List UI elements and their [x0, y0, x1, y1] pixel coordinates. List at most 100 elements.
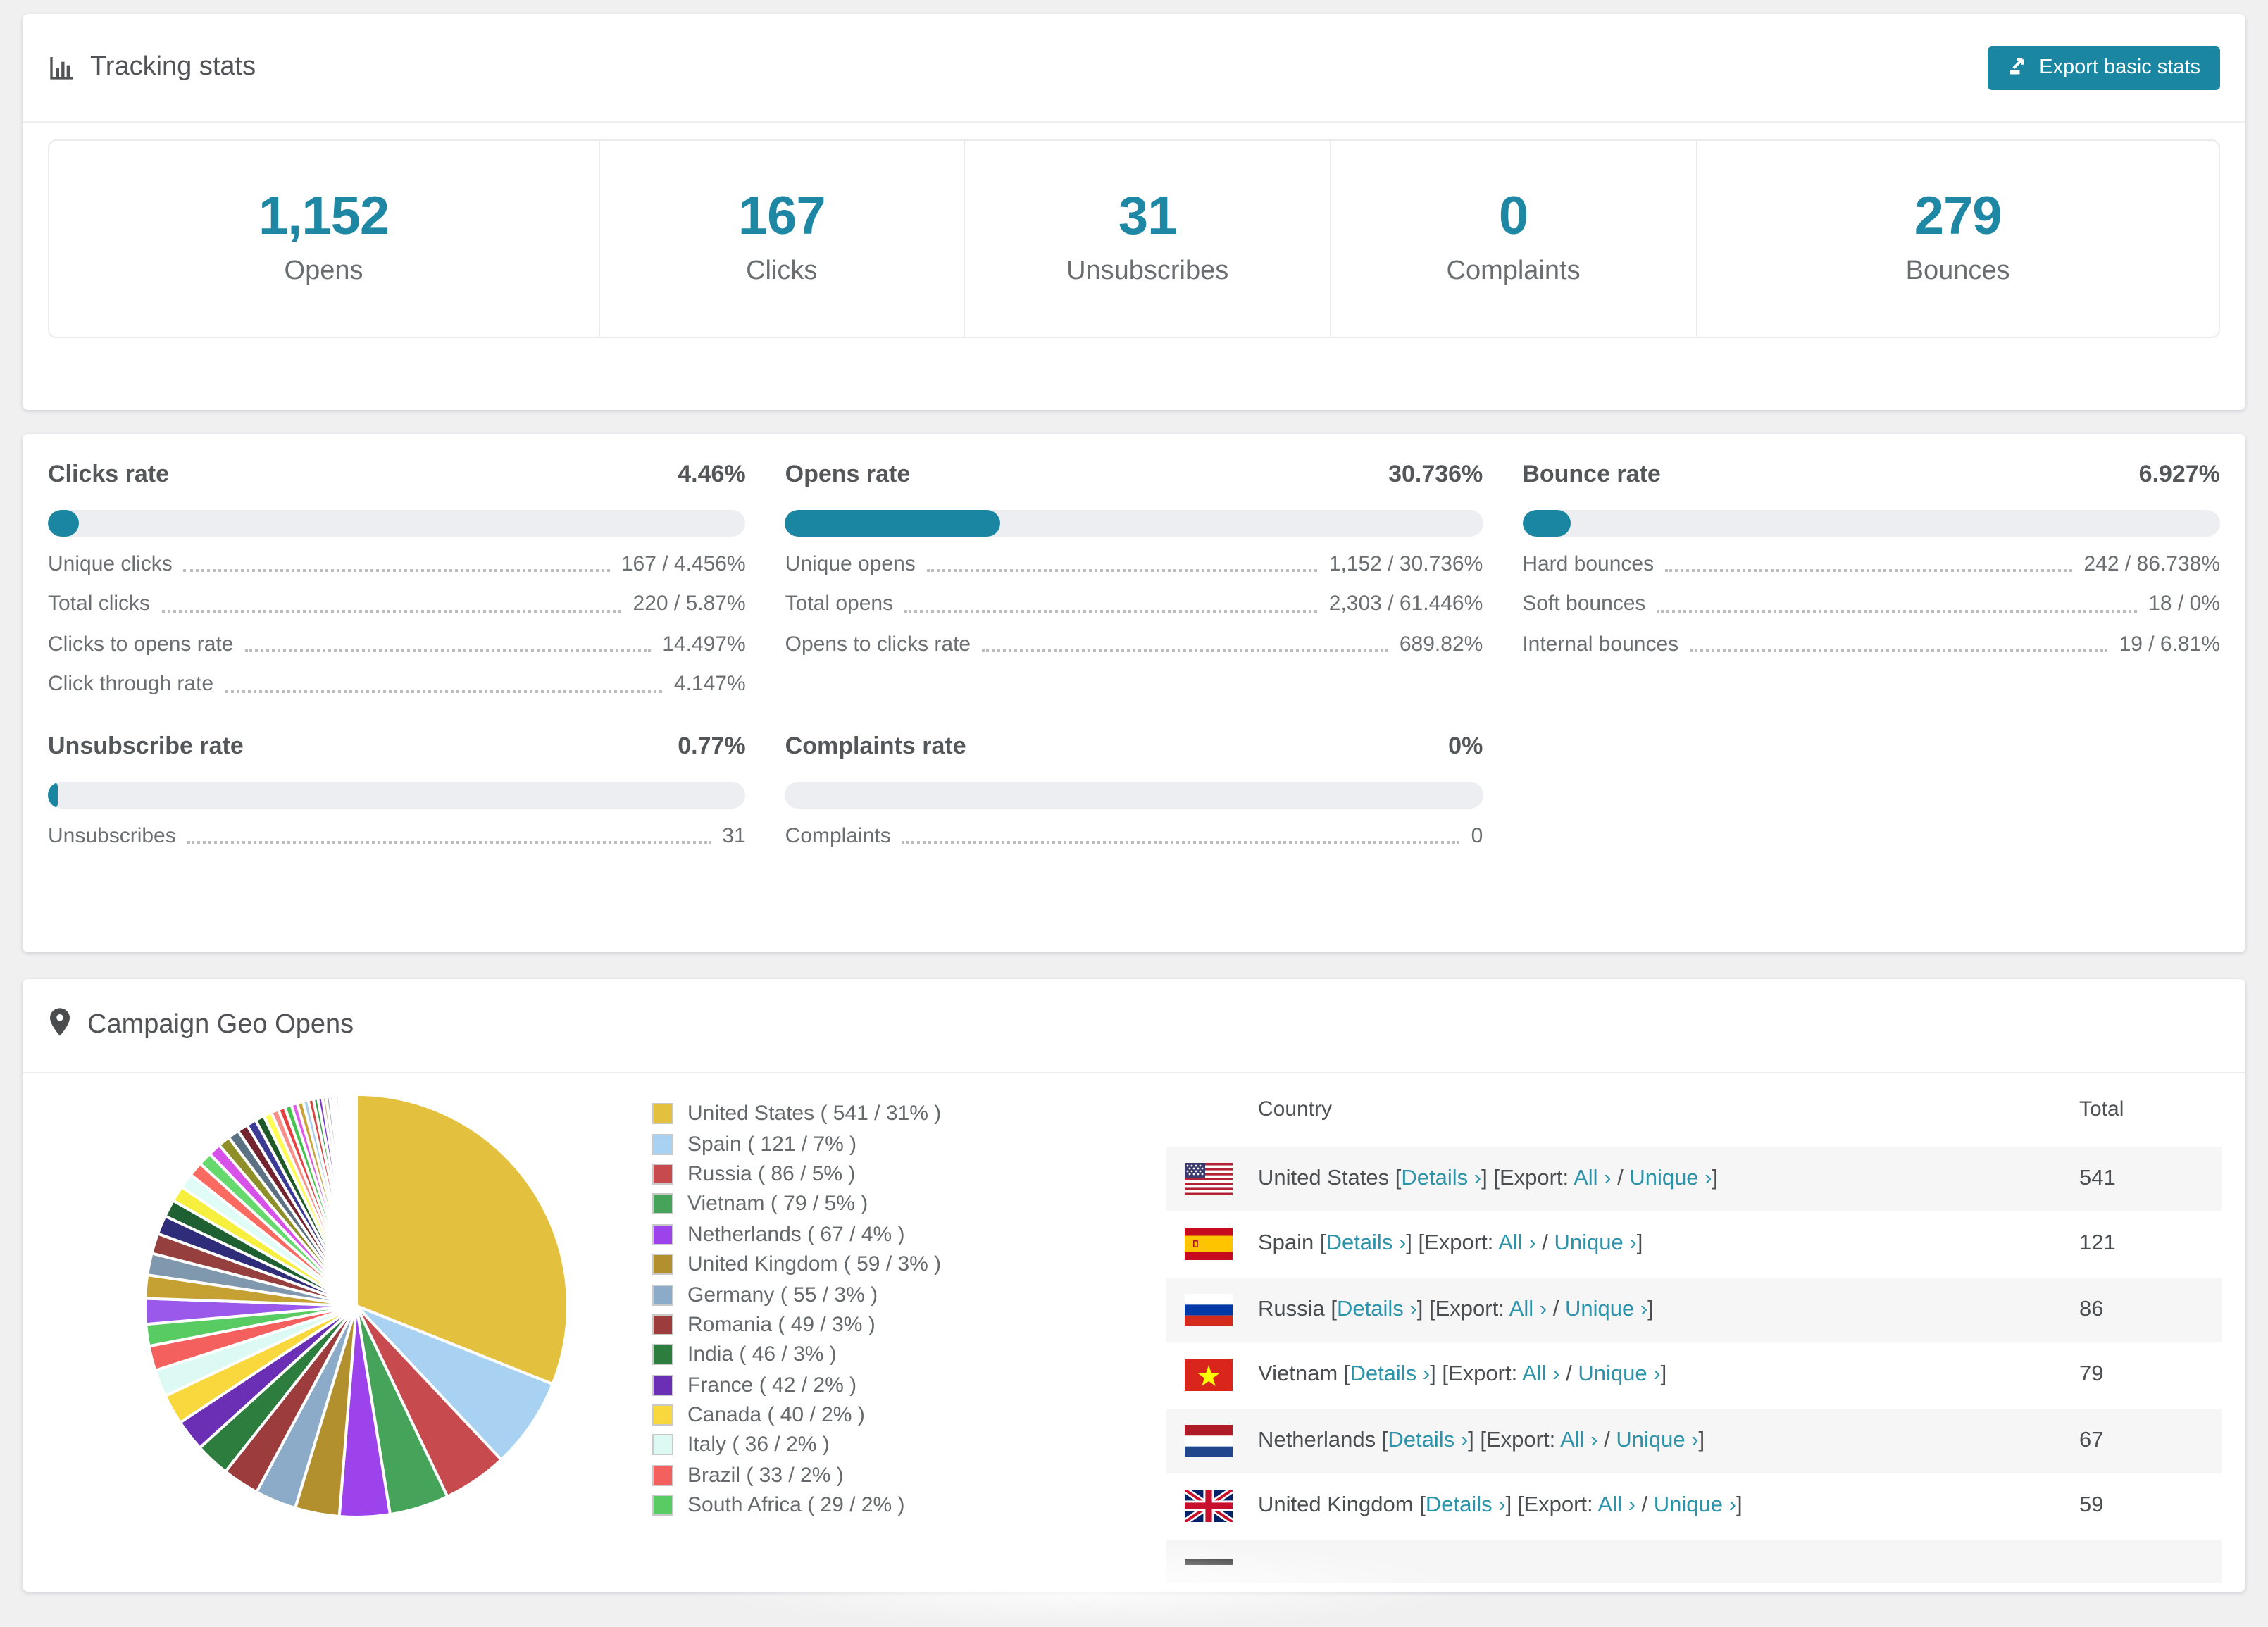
- export-all-link[interactable]: All ›: [1509, 1297, 1547, 1321]
- geo-table-row: United Kingdom [Details ›] [Export: All …: [1166, 1473, 2222, 1539]
- rate-progress-fill: [1522, 510, 1571, 537]
- rate-detail-value: 4.147%: [673, 672, 746, 697]
- geo-table-row: United States [Details ›] [Export: All ›…: [1166, 1146, 2222, 1211]
- legend-label: Brazil ( 33 / 2% ): [687, 1463, 844, 1488]
- export-all-link[interactable]: All ›: [1574, 1166, 1611, 1190]
- rate-detail-value: 167 / 4.456%: [621, 551, 746, 576]
- rate-progress-bar: [48, 510, 746, 537]
- country-name: Vietnam: [1258, 1362, 1338, 1387]
- country-name: Russia: [1258, 1297, 1325, 1321]
- legend-swatch: [652, 1193, 673, 1215]
- export-unique-link[interactable]: Unique ›: [1565, 1297, 1647, 1321]
- rate-detail-label: Opens to clicks rate: [785, 632, 971, 656]
- geo-opens-card: Campaign Geo Opens United States ( 541 /…: [23, 979, 2245, 1592]
- clipped-flag-icon: [1185, 1559, 1233, 1564]
- legend-item: Russia ( 86 / 5% ): [652, 1159, 941, 1190]
- rate-detail-value: 242 / 86.738%: [2083, 551, 2221, 576]
- geo-row-total: 121: [2079, 1231, 2116, 1256]
- total-column-header: Total: [2079, 1097, 2124, 1121]
- bar-chart-icon: [48, 54, 76, 82]
- export-prefix: Export:: [1524, 1493, 1593, 1518]
- dotted-leader: [161, 609, 622, 613]
- rate-progress-bar: [785, 782, 1483, 809]
- export-unique-link[interactable]: Unique ›: [1629, 1166, 1712, 1190]
- legend-swatch: [652, 1163, 673, 1185]
- dotted-leader: [225, 690, 663, 693]
- legend-label: Canada ( 40 / 2% ): [687, 1403, 865, 1428]
- summary-stats-strip: 1,152 Opens 167 Clicks 31 Unsubscribes 0 Compla…: [48, 139, 2220, 338]
- legend-label: Netherlands ( 67 / 4% ): [687, 1222, 905, 1247]
- legend-label: South Africa ( 29 / 2% ): [687, 1493, 905, 1518]
- export-unique-link[interactable]: Unique ›: [1654, 1494, 1736, 1518]
- dotted-leader: [244, 649, 652, 653]
- stat-value: 167: [737, 187, 826, 247]
- legend-swatch: [652, 1404, 673, 1426]
- rate-header: Complaints rate 0%: [785, 731, 1483, 762]
- legend-swatch: [652, 1103, 673, 1125]
- export-unique-link[interactable]: Unique ›: [1554, 1232, 1637, 1256]
- rate-detail-label: Soft bounces: [1522, 592, 1646, 616]
- rate-detail-value: 18 / 0%: [2148, 592, 2220, 616]
- export-all-link[interactable]: All ›: [1498, 1232, 1535, 1256]
- geo-table-row: Russia [Details ›] [Export: All › / Uniq…: [1166, 1277, 2222, 1342]
- dotted-leader: [902, 841, 1460, 844]
- export-icon: [2007, 54, 2028, 81]
- export-all-link[interactable]: All ›: [1522, 1363, 1559, 1387]
- legend-item: France ( 42 / 2% ): [652, 1370, 941, 1400]
- legend-item: Germany ( 55 / 3% ): [652, 1280, 941, 1310]
- rate-progress-bar: [785, 510, 1483, 537]
- legend-swatch: [652, 1314, 673, 1335]
- dotted-leader: [1665, 569, 2073, 573]
- summary-stat-opens: 1,152 Opens: [49, 141, 598, 337]
- geo-row-total: 79: [2079, 1362, 2104, 1387]
- rate-value: 4.46%: [678, 461, 746, 487]
- legend-item: Canada ( 40 / 2% ): [652, 1400, 941, 1430]
- rate-title: Complaints rate: [785, 733, 966, 759]
- geo-opens-pie-chart[interactable]: [141, 1090, 572, 1521]
- export-prefix: Export:: [1435, 1297, 1504, 1321]
- rate-title: Bounce rate: [1522, 461, 1661, 487]
- rate-progress-fill: [785, 510, 1000, 537]
- rate-block-bounce-rate: Bounce rate 6.927% Hard bounces 242 / 86.73…: [1522, 459, 2220, 704]
- export-unique-link[interactable]: Unique ›: [1578, 1363, 1660, 1387]
- rate-progress-fill: [48, 782, 58, 809]
- rate-progress-bar: [48, 782, 746, 809]
- rate-detail-value: 19 / 6.81%: [2119, 632, 2220, 656]
- export-basic-stats-button[interactable]: Export basic stats: [1987, 46, 2220, 89]
- details-link[interactable]: Details ›: [1350, 1363, 1430, 1387]
- rate-detail-label: Unique clicks: [48, 551, 173, 576]
- export-unique-link[interactable]: Unique ›: [1616, 1428, 1698, 1452]
- export-prefix: Export:: [1485, 1428, 1556, 1452]
- rate-detail-row: Opens to clicks rate 689.82%: [785, 624, 1483, 664]
- details-link[interactable]: Details ›: [1426, 1494, 1506, 1518]
- export-all-link[interactable]: All ›: [1560, 1428, 1597, 1452]
- rate-title: Opens rate: [785, 461, 911, 487]
- legend-swatch: [652, 1223, 673, 1245]
- tracking-stats-header: Tracking stats Export basic stats: [23, 14, 2245, 123]
- rate-detail-value: 0: [1471, 823, 1483, 848]
- legend-item: Romania ( 49 / 3% ): [652, 1309, 941, 1340]
- details-link[interactable]: Details ›: [1326, 1232, 1407, 1256]
- rate-header: Opens rate 30.736%: [785, 459, 1483, 490]
- geo-table-row: Netherlands [Details ›] [Export: All › /…: [1166, 1408, 2222, 1473]
- legend-item: India ( 46 / 3% ): [652, 1340, 941, 1370]
- legend-label: Italy ( 36 / 2% ): [687, 1433, 830, 1457]
- export-prefix: Export:: [1448, 1362, 1518, 1387]
- export-all-link[interactable]: All ›: [1598, 1494, 1635, 1518]
- legend-swatch: [652, 1284, 673, 1306]
- legend-label: United Kingdom ( 59 / 3% ): [687, 1252, 942, 1277]
- details-link[interactable]: Details ›: [1388, 1428, 1468, 1452]
- legend-label: United States ( 541 / 31% ): [687, 1102, 942, 1126]
- rate-detail-label: Clicks to opens rate: [48, 632, 234, 656]
- legend-item: Italy ( 36 / 2% ): [652, 1430, 941, 1461]
- country-name: Spain: [1258, 1231, 1314, 1256]
- rate-detail-label: Complaints: [785, 823, 891, 848]
- rate-value: 0.77%: [678, 733, 746, 759]
- rate-detail-row: Soft bounces 18 / 0%: [1522, 584, 2220, 624]
- geo-opens-header: Campaign Geo Opens: [23, 979, 2245, 1073]
- rate-header: Clicks rate 4.46%: [48, 459, 746, 490]
- dotted-leader: [187, 841, 711, 844]
- details-link[interactable]: Details ›: [1337, 1297, 1417, 1321]
- legend-swatch: [652, 1434, 673, 1456]
- details-link[interactable]: Details ›: [1401, 1166, 1481, 1190]
